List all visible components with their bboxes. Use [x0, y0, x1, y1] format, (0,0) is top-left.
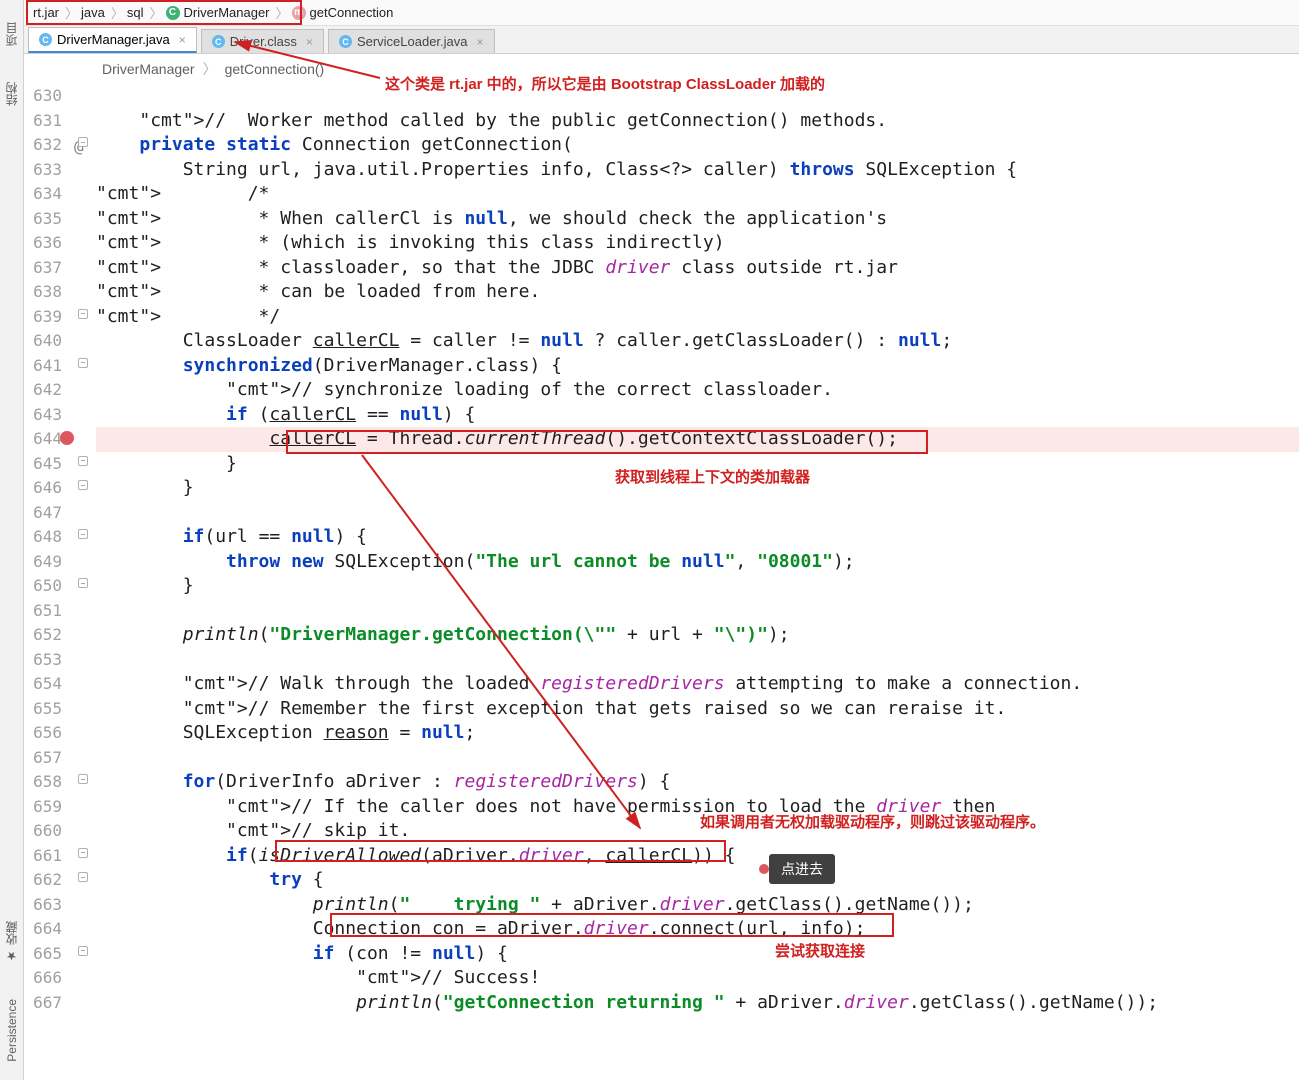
breadcrumb-class[interactable]: CDriverManager	[161, 4, 278, 21]
annotation-text: 这个类是 rt.jar 中的，所以它是由 Bootstrap ClassLoad…	[385, 73, 825, 94]
gutter-icons: @−−−−−−−−−−−	[72, 84, 96, 1080]
sub-bc-class[interactable]: DriverManager	[102, 61, 195, 77]
class-icon: C	[39, 33, 52, 46]
method-icon: m	[292, 6, 306, 20]
breadcrumb-method[interactable]: mgetConnection	[287, 4, 402, 21]
annotation-box	[286, 430, 928, 454]
breakpoint-icon[interactable]	[60, 431, 74, 445]
class-icon: C	[212, 35, 225, 48]
tab-service-loader[interactable]: CServiceLoader.java×	[328, 29, 495, 53]
annotation-text: 尝试获取连接	[775, 940, 865, 961]
editor-tabs: CDriverManager.java× CDriver.class× CSer…	[24, 26, 1299, 54]
close-icon[interactable]: ×	[179, 33, 186, 47]
breadcrumb: rt.jar 〉 java 〉 sql 〉 CDriverManager 〉 m…	[24, 0, 1299, 26]
tooltip: 点进去	[769, 854, 835, 884]
toolwindow-persistence[interactable]: Persistence	[5, 999, 19, 1062]
class-icon: C	[166, 6, 180, 20]
annotation-box	[330, 913, 894, 937]
tab-driver-manager[interactable]: CDriverManager.java×	[28, 27, 197, 53]
toolwindow-favorites[interactable]: ★ 收藏	[3, 921, 20, 963]
left-toolbar: 项目 结构 ★ 收藏 Persistence	[0, 0, 24, 1080]
class-icon: C	[339, 35, 352, 48]
chevron-right-icon: 〉	[203, 59, 217, 79]
annotation-box	[275, 840, 726, 862]
sub-bc-method[interactable]: getConnection()	[225, 61, 325, 77]
close-icon[interactable]: ×	[306, 35, 313, 49]
toolwindow-project[interactable]: 项目	[3, 22, 20, 46]
close-icon[interactable]: ×	[477, 35, 484, 49]
breadcrumb-sql[interactable]: sql	[122, 4, 152, 21]
annotation-text: 获取到线程上下文的类加载器	[615, 466, 810, 487]
toolwindow-structure[interactable]: 结构	[3, 82, 20, 106]
annotation-text: 如果调用者无权加载驱动程序，则跳过该驱动程序。	[700, 811, 1045, 832]
breadcrumb-rt-jar[interactable]: rt.jar	[28, 4, 67, 21]
tab-driver-class[interactable]: CDriver.class×	[201, 29, 324, 53]
line-number-gutter: 6306316326336346356366376386396406416426…	[24, 84, 72, 1080]
breadcrumb-java[interactable]: java	[76, 4, 113, 21]
